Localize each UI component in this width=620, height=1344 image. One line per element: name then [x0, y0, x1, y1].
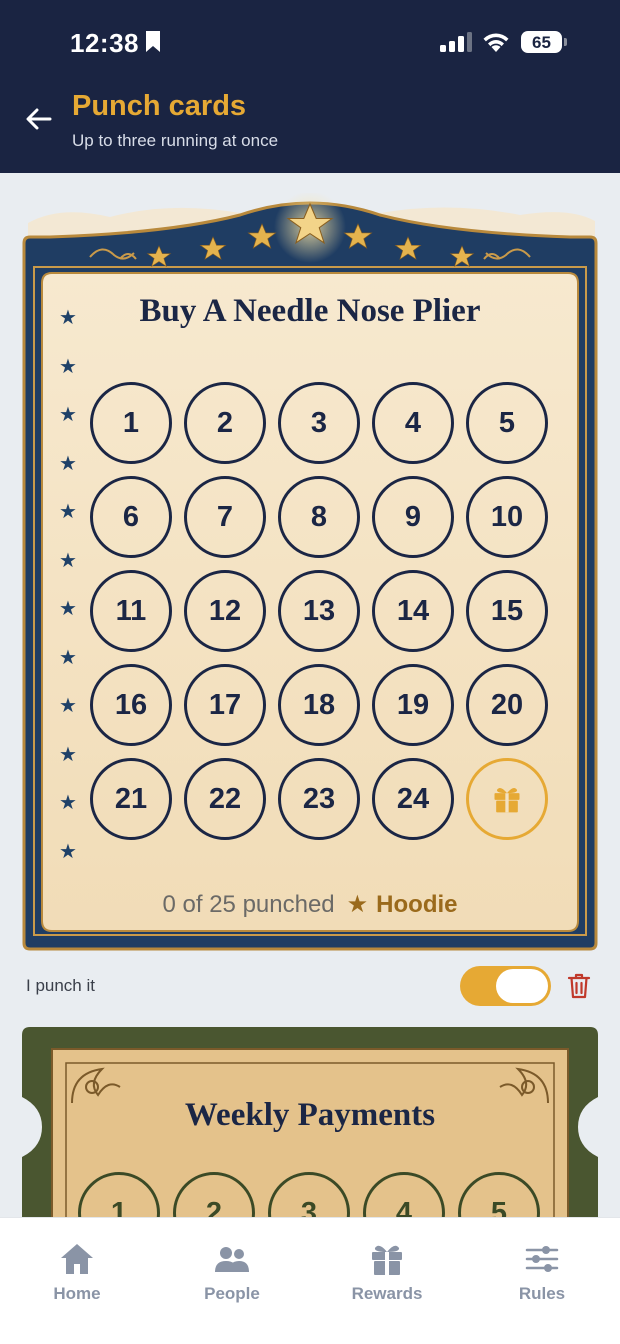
- sliders-icon: [525, 1246, 559, 1272]
- side-star-icon: ★: [59, 404, 77, 426]
- punch-slot[interactable]: 14: [372, 570, 454, 652]
- punch-slot[interactable]: 4: [372, 382, 454, 464]
- punch-slot[interactable]: 2: [184, 382, 266, 464]
- punch-count: 0 of 25 punched: [162, 891, 335, 918]
- gift-icon: [372, 1245, 402, 1275]
- battery-level: 65: [532, 33, 551, 52]
- side-star-icon: ★: [59, 743, 77, 766]
- signal-icon: [440, 32, 472, 52]
- star-icon: ★: [346, 891, 369, 918]
- punch-slot[interactable]: 15: [466, 570, 548, 652]
- nav-people[interactable]: People: [172, 1218, 292, 1318]
- side-star-icon: ★: [59, 695, 77, 717]
- punch-slot[interactable]: 11: [90, 570, 172, 652]
- page-title: Punch cards: [72, 90, 247, 122]
- punch-mode-label: I punch it: [26, 976, 95, 995]
- punch-slot[interactable]: 19: [372, 664, 454, 746]
- nav-rules-label: Rules: [518, 1284, 566, 1303]
- punch-slot[interactable]: 18: [278, 664, 360, 746]
- status-bar: 12:38 65: [0, 0, 620, 80]
- app-header: 12:38 65 Punch cards Up to three running…: [0, 0, 620, 173]
- battery-indicator: 65: [521, 31, 567, 53]
- punch-slot[interactable]: 20: [466, 664, 548, 746]
- nav-rewards-label: Rewards: [351, 1284, 423, 1303]
- nav-home-label: Home: [53, 1284, 101, 1303]
- punch-slot[interactable]: 3: [278, 382, 360, 464]
- trash-icon[interactable]: [567, 972, 591, 1000]
- reward-slot[interactable]: [466, 758, 548, 840]
- side-star-icon: ★: [59, 792, 77, 814]
- punch-slot[interactable]: 13: [278, 570, 360, 652]
- gift-icon: [494, 787, 520, 813]
- side-star-icon: ★: [59, 452, 77, 475]
- punch-card-plier[interactable]: Buy A Needle Nose Plier ★ ★ ★ ★ ★ ★ ★ ★ ★ ★ ★ ★ 123…: [20, 193, 600, 953]
- punch-grid: 1 2 3 4 5 6 7 8 9 10 11 12 13 14 15 16 17 18 19 20 21 22 23 24: [90, 382, 550, 852]
- wifi-icon: [483, 33, 509, 52]
- nav-rules[interactable]: Rules: [482, 1218, 602, 1318]
- punch-slot[interactable]: 1: [90, 382, 172, 464]
- side-star-icon: ★: [59, 840, 77, 863]
- card-title: Weekly Payments: [184, 1097, 436, 1133]
- side-star-icon: ★: [59, 307, 77, 329]
- nav-rewards[interactable]: Rewards: [327, 1218, 447, 1318]
- bookmark-icon: [146, 31, 160, 52]
- punch-slot[interactable]: 9: [372, 476, 454, 558]
- reward-name: Hoodie: [376, 891, 458, 918]
- back-arrow-icon[interactable]: [24, 104, 54, 134]
- punch-slot[interactable]: 6: [90, 476, 172, 558]
- side-star-icon: ★: [59, 549, 77, 572]
- punch-slot[interactable]: 16: [90, 664, 172, 746]
- punch-mode-toggle[interactable]: [460, 966, 551, 1006]
- side-star-icon: ★: [59, 646, 77, 669]
- punch-slot[interactable]: 21: [90, 758, 172, 840]
- side-star-icon: ★: [59, 355, 77, 378]
- punch-slot[interactable]: 24: [372, 758, 454, 840]
- status-time: 12:38: [70, 28, 139, 58]
- side-star-icon: ★: [59, 501, 77, 523]
- punch-slot[interactable]: 12: [184, 570, 266, 652]
- toggle-knob: [496, 969, 548, 1003]
- nav-home[interactable]: Home: [17, 1218, 137, 1318]
- punch-slot[interactable]: 10: [466, 476, 548, 558]
- punch-slot[interactable]: 22: [184, 758, 266, 840]
- punch-slot[interactable]: 8: [278, 476, 360, 558]
- punch-slot[interactable]: 23: [278, 758, 360, 840]
- side-star-icon: ★: [59, 598, 77, 620]
- bottom-nav: Home People Rewards Rules: [0, 1217, 620, 1344]
- home-icon: [61, 1244, 93, 1274]
- nav-people-label: People: [204, 1284, 260, 1303]
- punch-slot[interactable]: 5: [466, 382, 548, 464]
- people-icon: [215, 1247, 249, 1272]
- card-progress: 0 of 25 punched ★ Hoodie: [20, 890, 600, 919]
- punch-slot[interactable]: 17: [184, 664, 266, 746]
- page-subtitle: Up to three running at once: [72, 131, 279, 150]
- card-title: Buy A Needle Nose Plier: [139, 293, 481, 329]
- punch-slot[interactable]: 7: [184, 476, 266, 558]
